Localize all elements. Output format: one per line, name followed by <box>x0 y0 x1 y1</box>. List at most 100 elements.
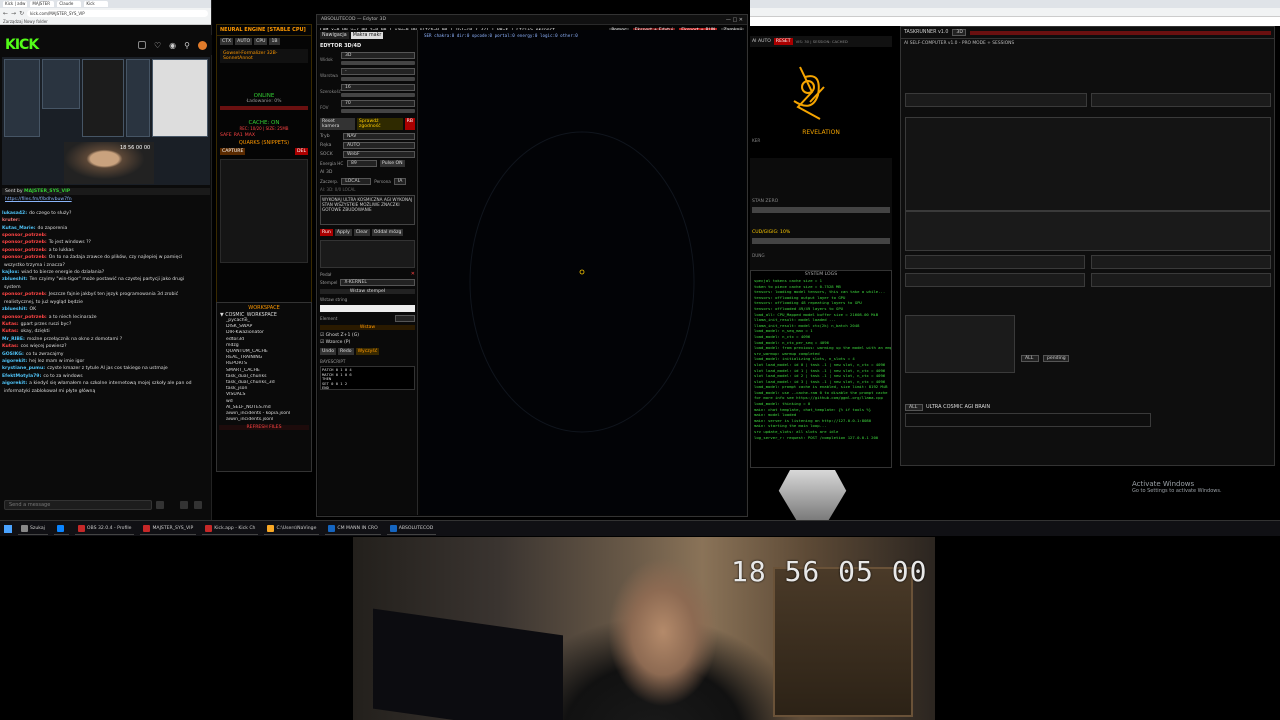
field-slider[interactable] <box>341 93 415 97</box>
string-input[interactable] <box>320 305 415 312</box>
chat-username[interactable]: kajlox: <box>2 270 19 275</box>
taskbar-item[interactable]: OBS 32.0.4 - Profile <box>74 523 135 535</box>
taskbar-item[interactable]: C:\Users\NaVinge <box>264 523 320 535</box>
task-field-b[interactable] <box>1091 255 1271 269</box>
workspace-item[interactable]: aiwin_incidents.jsonl <box>217 417 311 423</box>
chat-username[interactable]: sponsor_potrzeb: <box>2 248 47 253</box>
chat-username[interactable]: GOSIKG: <box>2 352 24 357</box>
taskbar-item[interactable]: CM MANN IN CRO <box>325 523 381 535</box>
pinned-link[interactable]: https://files.fm/f/bdhvbuw7fn <box>2 196 210 203</box>
chat-username[interactable]: Kutas: <box>2 344 19 349</box>
task-input-right[interactable] <box>1091 93 1271 107</box>
kick-logo[interactable]: KICK <box>5 37 39 53</box>
ctx-button[interactable]: CTX <box>220 38 234 45</box>
safe-button[interactable]: SAFE <box>220 133 232 138</box>
filter-pending[interactable]: pending <box>1043 355 1069 362</box>
clear-all-button[interactable]: Wyczyść <box>355 348 380 355</box>
delete-button[interactable]: DEL <box>295 148 308 155</box>
reset-camera-button[interactable]: Reset kamera <box>320 118 355 130</box>
windows-start-icon[interactable] <box>4 524 12 533</box>
field-slider[interactable] <box>341 61 415 65</box>
chat-username[interactable]: aigorekit: <box>2 359 27 364</box>
browser-tab[interactable]: Kick | adw <box>3 1 28 7</box>
ra1-button[interactable]: RA1 <box>234 133 243 138</box>
chat-username[interactable]: sponsor_potrzeb: <box>2 233 47 238</box>
ai-auto-toggle[interactable]: AI AUTO <box>752 39 771 44</box>
filter-all[interactable]: ALL <box>1021 355 1039 362</box>
3d-viewport[interactable]: SER chakra:0 dir:0 opcode:0 portal:0 ene… <box>420 30 746 515</box>
tab-navigation[interactable]: Nawigacja <box>320 32 349 39</box>
field-value[interactable]: 16 <box>341 84 415 91</box>
avatar[interactable] <box>198 40 207 50</box>
browser-tab[interactable]: Claude <box>57 1 82 7</box>
taskrunner-mode[interactable]: 3D <box>952 29 967 36</box>
pedal-x-icon[interactable]: ✕ <box>411 271 415 277</box>
undo-button[interactable]: Undo <box>320 348 337 355</box>
window-controls[interactable]: — □ ✕ <box>726 17 743 23</box>
energy-input[interactable]: 89 <box>347 160 377 167</box>
chat-username[interactable]: sponsor_potrzeb: <box>2 292 47 297</box>
taskbar-item[interactable]: ABSOLUTECOD <box>386 523 437 535</box>
taskbar-item[interactable]: Kick.app - Kick Ch <box>202 523 259 535</box>
chat-username[interactable]: Kutas_Marie: <box>2 226 36 231</box>
x-button[interactable]: 1B <box>269 38 280 45</box>
redo-button[interactable]: Redo <box>338 348 354 355</box>
task-field-a[interactable] <box>905 255 1085 269</box>
cursor-marker[interactable] <box>579 269 585 275</box>
chat-username[interactable]: Mr_RIBE: <box>2 337 25 342</box>
hand-select[interactable]: AUTO <box>343 142 415 149</box>
pattern-checkbox[interactable]: ☑ Wzorce (P) <box>318 339 417 346</box>
taskbar-item[interactable]: MAJSTER_SYS_VIP <box>140 523 197 535</box>
check-consistency-button[interactable]: Sprawdź zgodność <box>356 118 403 130</box>
cpu-button[interactable]: CPU <box>254 38 268 45</box>
model-name[interactable]: Gowsel-Formalizer 32B-SonnetAnnot <box>220 49 308 63</box>
agi-input[interactable] <box>905 413 1151 427</box>
insert-button[interactable]: Wstaw <box>320 325 415 330</box>
quarks-list[interactable] <box>220 159 308 263</box>
run-button[interactable]: Run <box>320 229 333 236</box>
stamp-select[interactable]: X-KERNEL <box>340 279 415 286</box>
pulse-toggle[interactable]: Pulse ON <box>380 160 405 167</box>
pinned-user[interactable]: MAJSTER_SYS_VIP <box>24 189 70 194</box>
chat-username[interactable]: sponsor_potrzeb: <box>2 240 47 245</box>
ai-prompt-input[interactable]: WYKONAJ ULTRA KOSMICZNA AGI WYKONAJ STAN… <box>320 195 415 225</box>
task-input-left[interactable] <box>905 93 1087 107</box>
field-value[interactable]: - <box>341 68 415 75</box>
chat-username[interactable]: zblueshit: <box>2 307 28 312</box>
apply-button[interactable]: Apply <box>334 229 352 236</box>
browse-icon[interactable] <box>137 41 146 49</box>
stream-preview[interactable]: 18 56 00 00 <box>2 57 210 185</box>
element-select[interactable] <box>395 315 415 322</box>
settings-icon[interactable] <box>180 501 188 509</box>
field-value[interactable]: 70 <box>341 100 415 107</box>
ghost-checkbox[interactable]: ☑ Ghost Z+1 (G) <box>318 332 417 339</box>
url-field[interactable]: kick.com/MAJSTER_SYS_VIP <box>27 9 208 17</box>
chat-username[interactable]: aigorekit: <box>2 381 27 386</box>
tab-macros[interactable]: Makra makr <box>350 32 384 39</box>
mode-button[interactable]: AUTO <box>235 38 253 45</box>
agi-filter[interactable]: ALL <box>905 403 923 411</box>
capture-button[interactable]: CAPTURE <box>220 148 246 155</box>
chat-username[interactable]: EfektMotyla79: <box>2 374 41 379</box>
back-icon[interactable]: ← <box>3 10 8 17</box>
chat-username[interactable]: krystiane_pumu: <box>2 366 45 371</box>
source-select[interactable]: LOCAL <box>341 178 372 185</box>
chat-username[interactable]: sponsor_potrzeb: <box>2 255 47 260</box>
task-field-d[interactable] <box>1091 273 1271 287</box>
task-field-c[interactable] <box>905 273 1085 287</box>
rb-button[interactable]: RB <box>404 118 415 130</box>
insert-stamp-button[interactable]: Wstaw stempel <box>320 289 415 294</box>
field-value[interactable]: 3D <box>341 52 415 59</box>
search-icon[interactable]: ⚲ <box>184 41 190 50</box>
heart-icon[interactable]: ♡ <box>154 41 161 50</box>
emote-icon[interactable] <box>156 501 164 509</box>
max-button[interactable]: MAX <box>245 133 255 138</box>
chat-username[interactable]: lukasa42: <box>2 211 27 216</box>
forward-icon[interactable]: → <box>11 10 16 17</box>
reload-icon[interactable]: ↻ <box>19 10 24 17</box>
chat-username[interactable]: Kutas: <box>2 329 19 334</box>
zoom-out-brain-button[interactable]: Oddal mózg <box>371 229 404 236</box>
chat-username[interactable]: kruter: <box>2 218 20 223</box>
chat-username[interactable]: zblueshit: <box>2 277 28 282</box>
chat-input[interactable]: Send a message <box>4 500 152 510</box>
